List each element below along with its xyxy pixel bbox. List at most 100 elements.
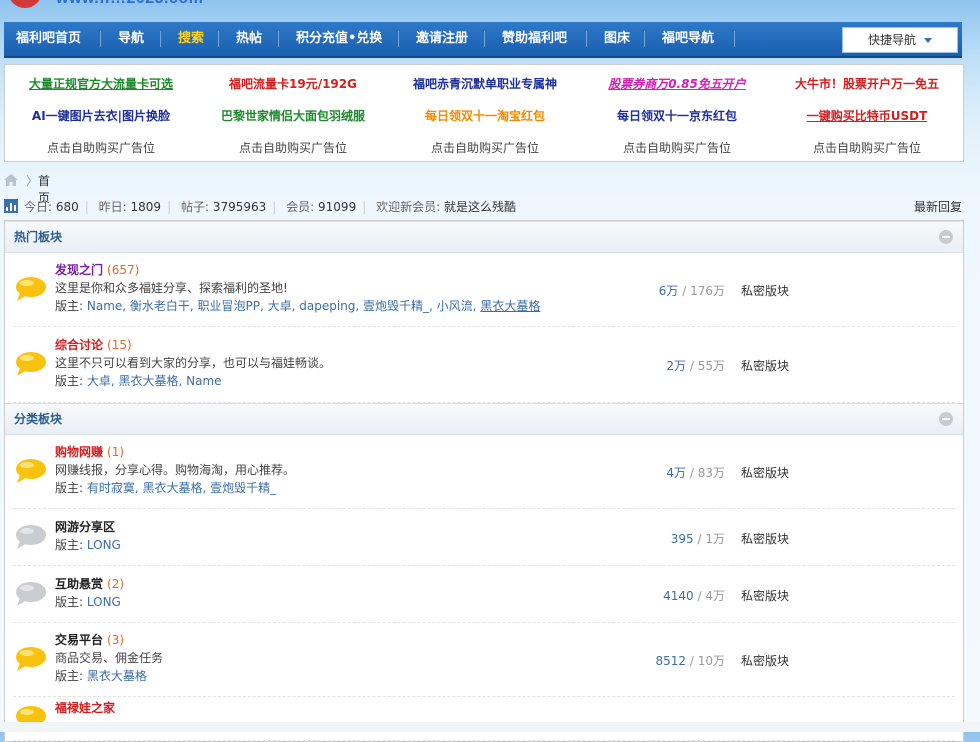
collapse-icon[interactable] [939,230,953,244]
ad-link[interactable]: 福吧流量卡19元/192G [197,75,389,92]
stats-posts: 3795963 [212,200,267,214]
ad-grid: 大量正规官方大流量卡可选 福吧流量卡19元/192G 福吧赤青沉默单职业专属神 … [4,64,964,162]
forum-threads: 6万 [658,284,679,298]
moderator-links[interactable]: LONG [87,538,121,552]
moderator-label: 版主: [55,374,84,388]
stats-members: 91099 [318,200,357,214]
section-title: 分类板块 [14,412,63,426]
moderator-links[interactable]: Name, 衡水老白干, 职业冒泡PP, 大卓, dapeping, 壹炮毁千精… [87,299,480,313]
forum-moderators: 版主: Name, 衡水老白干, 职业冒泡PP, 大卓, dapeping, 壹… [55,297,540,314]
forum-stats: 4万 / 83万 [666,466,725,480]
forum-posts: 83万 [697,466,725,480]
forum-stats: 2万 / 55万 [666,359,725,373]
nav-hot[interactable]: 热帖 [236,22,262,56]
moderator-links[interactable]: 有时寂寞, 黑衣大墓格, 壹炮毁千精_ [87,481,276,495]
forum-private-label: 私密版块 [741,589,790,603]
forum-row: 发现之门 (657) 这里是你和众多福娃分享、探索福利的圣地! 版主: Name, 衡… [5,252,963,327]
nav-imgbed[interactable]: 图床 [604,22,630,56]
section-header-cat: 分类板块 [5,403,963,435]
forum-description: 这里不只可以看到大家的分享，也可以与福娃畅谈。 [55,356,332,370]
ad-link[interactable]: 一键购买比特币USDT [771,107,963,124]
forum-bubble-icon [14,646,46,672]
forum-stats: 395 / 1万 [670,532,725,546]
ad-slot-buy[interactable]: 点击自助购买广告位 [581,139,773,156]
nav-search[interactable]: 搜索 [178,22,204,56]
breadcrumb-separator: 〉 [26,174,39,188]
forum-name-link[interactable]: 网游分享区 [55,518,115,535]
moderator-label: 版主: [55,481,84,495]
ad-link[interactable]: AI一键图片去衣|图片换脸 [5,107,197,124]
forum-threads: 4140 [663,589,694,603]
forum-bubble-icon [14,351,46,377]
forum-posts: 176万 [690,284,725,298]
collapse-icon[interactable] [939,412,953,426]
forum-row: 综合讨论 (15) 这里不只可以看到大家的分享，也可以与福娃畅谈。 版主: 大卓, 黑… [5,327,963,403]
ad-link[interactable]: 每日领双十一淘宝红包 [389,107,581,124]
forum-stats: 4140 / 4万 [663,589,725,603]
forum-private-label: 私密版块 [741,359,790,373]
forum-private-label: 私密版块 [741,466,790,480]
forum-threads: 4万 [666,466,687,480]
moderator-label: 版主: [55,669,84,683]
ad-slot-buy[interactable]: 点击自助购买广告位 [389,139,581,156]
forum-description: 网赚线报，分享心得。购物海淘，用心推荐。 [55,463,296,477]
nav-fuba[interactable]: 福吧导航 [662,22,714,56]
moderator-link[interactable]: 黑衣大墓格 [480,299,540,313]
ad-slot-buy[interactable]: 点击自助购买广告位 [771,139,963,156]
ad-link[interactable]: 大牛市！股票开户万一免五 [771,75,963,92]
moderator-links[interactable]: 黑衣大墓格 [87,669,147,683]
nav-points[interactable]: 积分充值•兑换 [296,22,382,56]
main-nav: 福利吧首页 导航 搜索 热帖 积分充值•兑换 邀请注册 赞助福利吧 图床 福吧导… [4,22,962,58]
nav-sponsor[interactable]: 赞助福利吧 [502,22,567,56]
forum-stats: 6万 / 176万 [658,284,725,298]
ad-link[interactable]: 福吧赤青沉默单职业专属神 [389,75,581,92]
forum-row: 福禄娃之家 [5,697,963,741]
forum-new-count: (3) [107,633,125,647]
nav-guide[interactable]: 导航 [118,22,144,56]
forum-threads: 8512 [655,654,687,668]
ad-slot-buy[interactable]: 点击自助购买广告位 [197,139,389,156]
forum-name-link[interactable]: 互助悬赏 (2) [55,575,124,592]
newest-member-link[interactable]: 就是这么残酷 [444,200,516,214]
moderator-links[interactable]: LONG [87,595,121,609]
ad-link[interactable]: 每日领双十一京东红包 [581,107,773,124]
forum-name-link[interactable]: 购物网赚 (1) [55,443,124,460]
forum-name-link[interactable]: 发现之门 (657) [55,261,139,278]
ad-link[interactable]: 巴黎世家情侣大面包羽绒服 [197,107,389,124]
latest-reply-link[interactable]: 最新回复 [914,198,962,215]
section-header-hot: 热门板块 [5,221,963,253]
bottom-bar [0,722,980,732]
quick-nav-dropdown[interactable]: 快捷导航 [842,27,958,53]
forum-new-count: (15) [107,338,132,352]
forum-row: 购物网赚 (1) 网赚线报，分享心得。购物海淘，用心推荐。 版主: 有时寂寞, 黑衣大… [5,434,963,509]
stats-yesterday-label: 昨日: [98,200,127,214]
forum-moderators: 版主: LONG [55,593,121,610]
stats-today-label: 今日: [24,200,53,214]
moderator-links[interactable]: 大卓, 黑衣大墓格, Name [87,374,222,388]
forum-threads: 395 [670,532,694,546]
stats-members-label: 会员: [286,200,315,214]
nav-home[interactable]: 福利吧首页 [16,22,81,56]
site-url: www.fl…2023.com [56,0,203,8]
site-logo[interactable] [8,0,42,8]
forum-name-link[interactable]: 综合讨论 (15) [55,336,132,353]
forum-name: 发现之门 [55,263,104,277]
moderator-label: 版主: [55,538,84,552]
forum-new-count: (1) [107,445,125,459]
home-icon[interactable] [4,174,18,186]
nav-invite[interactable]: 邀请注册 [416,22,468,56]
forum-stats: 今日: 680 | 昨日: 1809 | 帖子: 3795963 | 会员: 9109… [4,198,962,214]
site-logo-strip: www.fl…2023.com [0,0,980,20]
forum-name-link[interactable]: 交易平台 (3) [55,631,124,648]
ad-slot-buy[interactable]: 点击自助购买广告位 [5,139,197,156]
forum-name: 购物网赚 [55,445,104,459]
forum-bubble-icon [14,524,46,550]
forum-name-link[interactable]: 福禄娃之家 [55,699,115,716]
forum-private-label: 私密版块 [741,654,790,668]
forum-row: 互助悬赏 (2) 版主: LONG 4140 / 4万 私密版块 [5,566,963,623]
forum-name: 综合讨论 [55,338,104,352]
ad-link[interactable]: 大量正规官方大流量卡可选 [5,75,197,92]
forum-description: 商品交易、佣金任务 [55,651,164,665]
forum-posts: 10万 [697,654,725,668]
ad-link[interactable]: 股票券商万0.85免五开户 [581,75,773,92]
